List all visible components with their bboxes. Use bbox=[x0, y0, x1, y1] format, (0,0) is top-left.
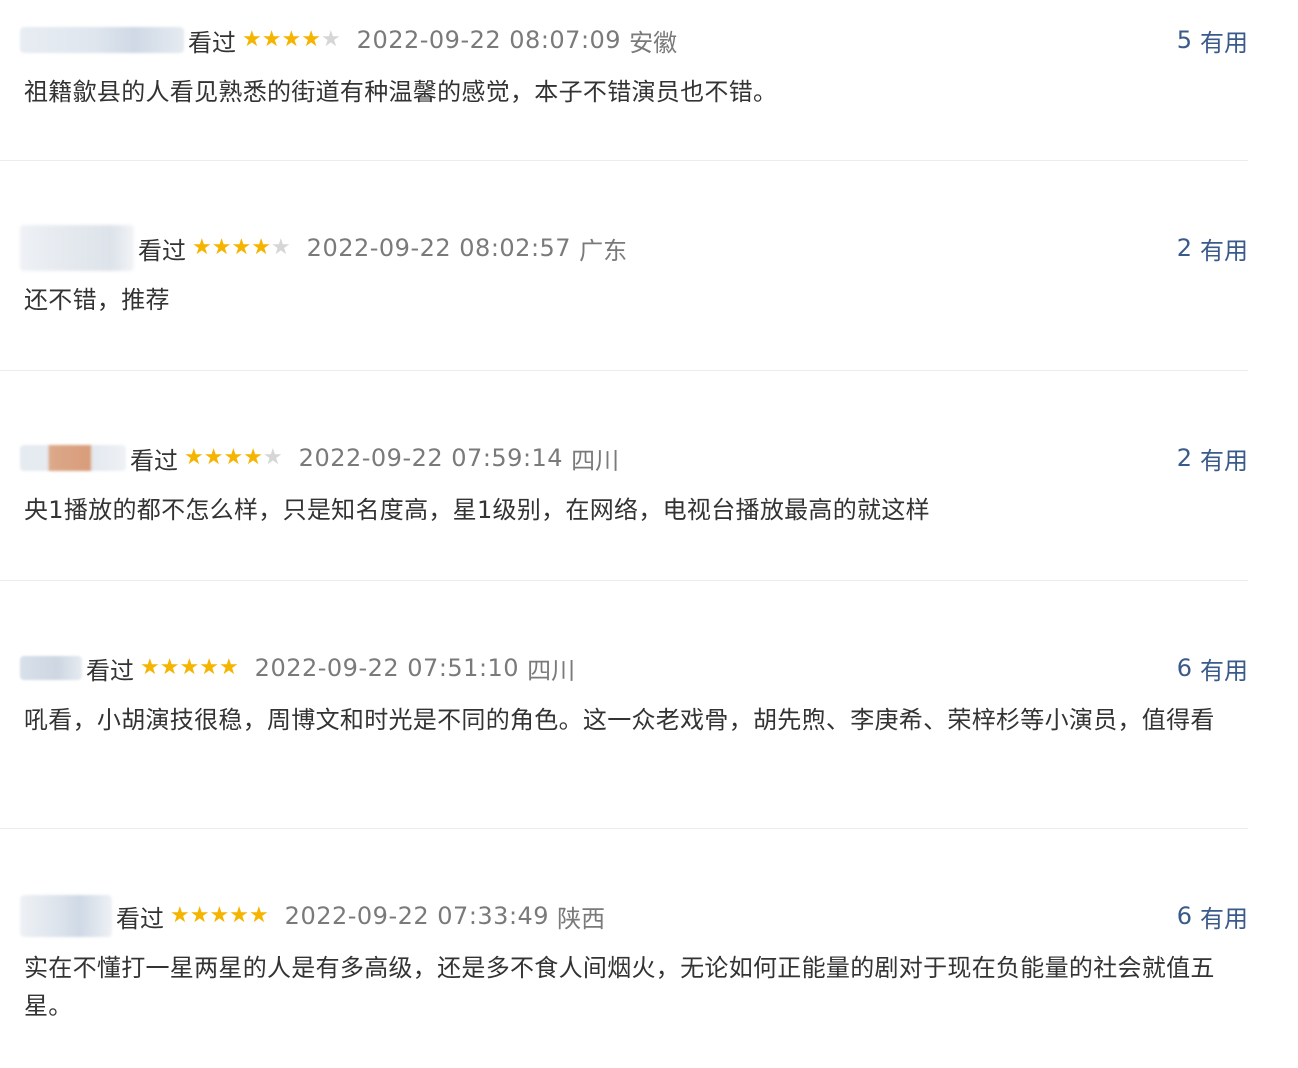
watch-status: 看过 bbox=[188, 28, 236, 57]
comment-text: 祖籍歙县的人看见熟悉的街道有种温馨的感觉，本子不错演员也不错。 bbox=[24, 78, 778, 106]
star-icon: ★ bbox=[301, 27, 321, 52]
avatar-username-blurred[interactable] bbox=[20, 895, 112, 937]
comment-time: 2022-09-22 08:02:57 bbox=[306, 234, 572, 262]
useful-label[interactable]: 有用 bbox=[1200, 231, 1248, 266]
star-icon: ★ bbox=[229, 903, 249, 928]
useful-label[interactable]: 有用 bbox=[1200, 651, 1248, 686]
comment-location: 安徽 bbox=[629, 28, 678, 57]
star-icon: ★ bbox=[199, 655, 219, 680]
star-icon: ★ bbox=[281, 27, 302, 52]
useful-label[interactable]: 有用 bbox=[1200, 441, 1248, 476]
star-icon: ★ bbox=[189, 903, 210, 928]
comment-meta: 看过 ★ ★ ★ ★ ★ 2022-09-22 07:59:14 四川 bbox=[20, 438, 1248, 478]
star-icon: ★ bbox=[320, 27, 341, 52]
star-icon: ★ bbox=[184, 445, 204, 470]
avatar-username-blurred[interactable] bbox=[20, 225, 134, 271]
rating-stars: ★ ★ ★ ★ ★ bbox=[242, 29, 341, 51]
useful-count: 2 bbox=[1176, 234, 1192, 262]
star-icon: ★ bbox=[209, 903, 230, 928]
comment-time: 2022-09-22 08:07:09 bbox=[356, 26, 622, 54]
star-icon: ★ bbox=[243, 445, 263, 470]
avatar-username-blurred[interactable] bbox=[20, 656, 82, 680]
comment-text: 央1播放的都不怎么样，只是知名度高，星1级别，在网络，电视台播放最高的就这样 bbox=[24, 496, 930, 524]
comment-meta: 看过 ★ ★ ★ ★ ★ 2022-09-22 07:33:49 陕西 bbox=[20, 895, 1248, 937]
comment-text: 还不错，推荐 bbox=[24, 286, 170, 314]
star-icon: ★ bbox=[261, 27, 282, 52]
useful-vote[interactable]: 6 有用 bbox=[1177, 896, 1248, 936]
star-icon: ★ bbox=[248, 903, 269, 928]
comment-meta: 看过 ★ ★ ★ ★ ★ 2022-09-22 07:51:10 四川 bbox=[20, 648, 1248, 688]
star-icon: ★ bbox=[251, 235, 271, 260]
watch-status: 看过 bbox=[138, 236, 186, 265]
avatar-username-blurred[interactable] bbox=[20, 445, 126, 471]
comment-text: 实在不懂打一星两星的人是有多高级，还是多不食人间烟火，无论如何正能量的剧对于现在… bbox=[24, 954, 1215, 1020]
comment-time: 2022-09-22 07:59:14 bbox=[298, 444, 564, 472]
star-icon: ★ bbox=[262, 445, 283, 470]
watch-status: 看过 bbox=[130, 446, 178, 475]
rating-stars: ★ ★ ★ ★ ★ bbox=[170, 905, 269, 927]
rating-stars: ★ ★ ★ ★ ★ bbox=[192, 237, 291, 259]
comment-meta: 看过 ★ ★ ★ ★ ★ 2022-09-22 08:02:57 广东 bbox=[20, 225, 1248, 271]
useful-label[interactable]: 有用 bbox=[1200, 23, 1248, 58]
comment-text: 吼看，小胡演技很稳，周博文和时光是不同的角色。这一众老戏骨，胡先煦、李庚希、荣梓… bbox=[24, 706, 1215, 734]
useful-vote[interactable]: 6 有用 bbox=[1177, 648, 1248, 688]
comment-location: 陕西 bbox=[557, 904, 606, 933]
useful-label[interactable]: 有用 bbox=[1200, 899, 1248, 934]
rating-stars: ★ ★ ★ ★ ★ bbox=[140, 657, 239, 679]
divider bbox=[0, 828, 1248, 829]
rating-stars: ★ ★ ★ ★ ★ bbox=[184, 447, 283, 469]
divider bbox=[0, 580, 1248, 581]
star-icon: ★ bbox=[192, 235, 212, 260]
star-icon: ★ bbox=[218, 655, 239, 680]
star-icon: ★ bbox=[203, 445, 224, 470]
useful-count: 6 bbox=[1176, 902, 1192, 930]
star-icon: ★ bbox=[211, 235, 232, 260]
watch-status: 看过 bbox=[86, 656, 134, 685]
comment-time: 2022-09-22 07:51:10 bbox=[254, 654, 520, 682]
star-icon: ★ bbox=[270, 235, 291, 260]
divider bbox=[0, 160, 1248, 161]
useful-count: 6 bbox=[1176, 654, 1192, 682]
star-icon: ★ bbox=[179, 655, 200, 680]
comment-location: 四川 bbox=[527, 656, 576, 685]
comment-time: 2022-09-22 07:33:49 bbox=[284, 902, 550, 930]
divider bbox=[0, 370, 1248, 371]
comment-location: 四川 bbox=[571, 446, 620, 475]
star-icon: ★ bbox=[140, 655, 160, 680]
star-icon: ★ bbox=[223, 445, 244, 470]
useful-count: 5 bbox=[1176, 26, 1192, 54]
watch-status: 看过 bbox=[116, 904, 164, 933]
avatar-username-blurred[interactable] bbox=[20, 27, 184, 53]
useful-count: 2 bbox=[1176, 444, 1192, 472]
useful-vote[interactable]: 2 有用 bbox=[1177, 228, 1248, 268]
useful-vote[interactable]: 5 有用 bbox=[1177, 20, 1248, 60]
star-icon: ★ bbox=[159, 655, 180, 680]
useful-vote[interactable]: 2 有用 bbox=[1177, 438, 1248, 478]
comment-location: 广东 bbox=[579, 236, 628, 265]
star-icon: ★ bbox=[242, 27, 262, 52]
comment-meta: 看过 ★ ★ ★ ★ ★ 2022-09-22 08:07:09 安徽 bbox=[20, 20, 1248, 60]
star-icon: ★ bbox=[170, 903, 190, 928]
star-icon: ★ bbox=[231, 235, 252, 260]
